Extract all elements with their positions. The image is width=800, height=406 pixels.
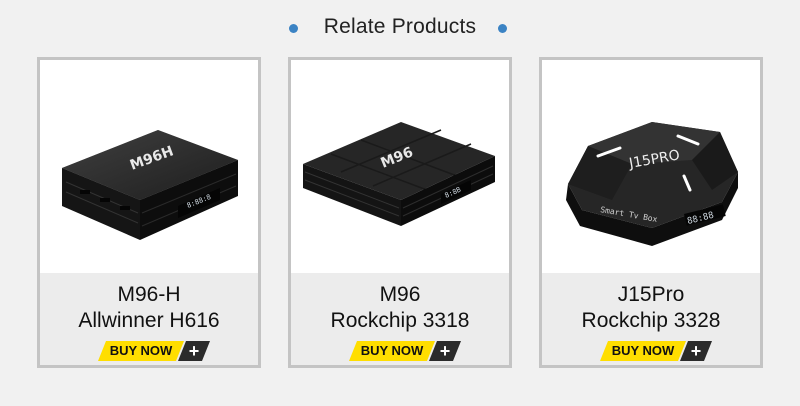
product-name: M96-H [117, 283, 181, 306]
bullet-dot-icon [289, 24, 298, 33]
buy-now-label: BUY NOW [349, 341, 435, 361]
product-card-m96-h[interactable]: 8:88:8 M96H M96-H Allwinner H616 BUY NOW… [37, 57, 261, 368]
product-image[interactable]: 8:8B M96 [291, 60, 509, 273]
section-title: Relate Products [323, 15, 477, 38]
plus-icon: + [178, 341, 210, 361]
buy-now-button[interactable]: BUY NOW + [98, 341, 212, 361]
buy-now-label: BUY NOW [600, 341, 686, 361]
product-info: M96-H Allwinner H616 BUY NOW + [40, 273, 258, 365]
tv-box-image: 88:88 J15PRO Smart Tv Box [566, 122, 738, 246]
product-chip: Rockchip 3318 [330, 309, 470, 332]
tv-box-image: 8:8B M96 [303, 122, 495, 226]
product-name: J15Pro [617, 283, 685, 306]
bullet-dot-icon [498, 24, 507, 33]
section-header: Relate Products [0, 0, 800, 56]
tv-box-image: 8:88:8 M96H [62, 130, 238, 240]
buy-now-button[interactable]: BUY NOW + [349, 341, 463, 361]
buy-now-label: BUY NOW [98, 341, 184, 361]
product-chip: Rockchip 3328 [581, 309, 721, 332]
buy-now-button[interactable]: BUY NOW + [600, 341, 714, 361]
product-card-j15pro[interactable]: 88:88 J15PRO Smart Tv Box J15Pro Rockchi… [539, 57, 763, 368]
product-image[interactable]: 88:88 J15PRO Smart Tv Box [542, 60, 760, 273]
product-image[interactable]: 8:88:8 M96H [40, 60, 258, 273]
product-info: M96 Rockchip 3318 BUY NOW + [291, 273, 509, 365]
product-name: M96 [379, 283, 421, 306]
product-card-m96[interactable]: 8:8B M96 M96 Rockchip 3318 BUY NOW + [288, 57, 512, 368]
product-info: J15Pro Rockchip 3328 BUY NOW + [542, 273, 760, 365]
product-chip: Allwinner H616 [78, 309, 220, 332]
